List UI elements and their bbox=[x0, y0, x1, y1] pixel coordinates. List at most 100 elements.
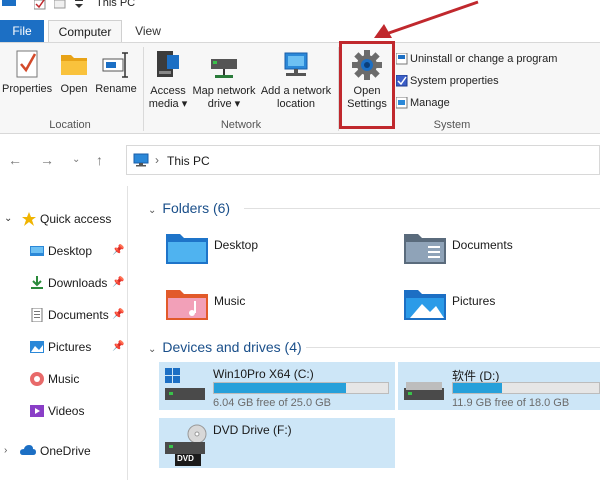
add-location-icon bbox=[284, 52, 308, 76]
manage-icon bbox=[396, 97, 408, 109]
new-folder-qa-icon[interactable] bbox=[54, 0, 66, 10]
drive-name: DVD Drive (F:) bbox=[213, 423, 292, 437]
document-icon bbox=[31, 308, 43, 322]
manage-button[interactable]: Manage bbox=[396, 95, 596, 111]
sidebar-item-label: Pictures bbox=[48, 340, 92, 354]
manage-label: Manage bbox=[410, 97, 450, 109]
properties-button[interactable]: Properties bbox=[2, 49, 52, 96]
map-drive-label-1: Map network bbox=[192, 85, 256, 97]
folders-header[interactable]: ⌄ Folders (6) bbox=[148, 196, 230, 220]
section-divider bbox=[244, 208, 600, 209]
folders-header-label: Folders (6) bbox=[162, 200, 231, 216]
drive-c[interactable]: Win10Pro X64 (C:) 6.04 GB free of 25.0 G… bbox=[159, 362, 395, 410]
scrollbar[interactable] bbox=[130, 186, 142, 480]
uninstall-label: Uninstall or change a program bbox=[410, 53, 558, 65]
collapse-chevron-icon: ⌄ bbox=[148, 344, 157, 355]
uninstall-program-button[interactable]: Uninstall or change a program bbox=[396, 51, 596, 67]
map-network-drive-button[interactable]: Map network drive ▾ bbox=[190, 49, 258, 111]
address-bar[interactable]: › This PC bbox=[126, 145, 600, 175]
drive-free-space: 11.9 GB free of 18.0 GB bbox=[452, 397, 570, 409]
ribbon-tabs: File Computer View bbox=[0, 20, 600, 42]
up-arrow-icon[interactable]: ↑ bbox=[96, 152, 103, 168]
access-media-label-2: media ▾ bbox=[148, 98, 188, 110]
documents-folder-icon bbox=[404, 234, 446, 264]
folder-label: Pictures bbox=[452, 294, 496, 308]
ribbon-divider bbox=[143, 47, 144, 131]
forward-arrow-icon[interactable]: → bbox=[40, 152, 54, 168]
this-pc-icon bbox=[133, 153, 149, 167]
sidebar-item-label: Desktop bbox=[48, 244, 93, 258]
folder-pictures[interactable]: Pictures bbox=[404, 286, 600, 330]
devices-header-label: Devices and drives (4) bbox=[162, 339, 302, 355]
sidebar-item-onedrive[interactable]: › OneDrive bbox=[0, 440, 128, 462]
sidebar-item-downloads[interactable]: Downloads 📌 bbox=[0, 272, 128, 294]
folder-label: Documents bbox=[452, 238, 513, 252]
network-group-label: Network bbox=[220, 119, 262, 131]
pictures-folder-icon bbox=[404, 290, 446, 320]
sidebar-item-music[interactable]: Music bbox=[0, 368, 128, 390]
section-divider bbox=[306, 347, 600, 348]
sidebar-item-label: Downloads bbox=[48, 276, 108, 290]
add-location-label-2: location bbox=[277, 98, 315, 110]
sidebar-item-documents[interactable]: Documents 📌 bbox=[0, 304, 128, 326]
download-icon bbox=[31, 276, 43, 289]
navigation-pane: ⌄ Quick access Desktop 📌 Downloads 📌 Doc… bbox=[0, 186, 128, 480]
drive-name: Win10Pro X64 (C:) bbox=[213, 367, 314, 381]
properties-qa-icon[interactable] bbox=[34, 0, 46, 10]
properties-label: Properties bbox=[2, 83, 53, 95]
system-properties-button[interactable]: System properties bbox=[396, 73, 596, 89]
recent-locations-chevron-icon[interactable]: ⌄ bbox=[72, 154, 80, 165]
sidebar-item-label: Music bbox=[48, 372, 80, 386]
pin-icon: 📌 bbox=[112, 245, 125, 256]
tab-computer[interactable]: Computer bbox=[48, 20, 122, 42]
pin-icon: 📌 bbox=[112, 277, 125, 288]
sidebar-item-pictures[interactable]: Pictures 📌 bbox=[0, 336, 128, 358]
desktop-icon bbox=[30, 246, 44, 256]
desktop-folder-icon bbox=[166, 234, 208, 264]
tab-view[interactable]: View bbox=[128, 20, 168, 42]
folder-open-icon bbox=[61, 55, 87, 75]
collapse-chevron-icon: ⌄ bbox=[148, 205, 157, 216]
tab-file[interactable]: File bbox=[0, 20, 44, 42]
collapse-chevron-icon[interactable]: ⌄ bbox=[4, 208, 12, 230]
back-arrow-icon[interactable]: ← bbox=[8, 152, 22, 168]
drive-f[interactable]: DVD DVD Drive (F:) bbox=[159, 418, 395, 468]
drive-d[interactable]: 软件 (D:) 11.9 GB free of 18.0 GB bbox=[398, 362, 600, 410]
network-drive-icon bbox=[211, 59, 237, 78]
folder-desktop[interactable]: Desktop bbox=[166, 230, 366, 274]
sidebar-item-desktop[interactable]: Desktop 📌 bbox=[0, 240, 128, 262]
explorer-icon bbox=[2, 0, 16, 6]
highlight-box bbox=[339, 41, 395, 129]
access-media-button[interactable]: Access media ▾ bbox=[146, 49, 190, 111]
rename-label: Rename bbox=[95, 83, 137, 95]
drive-usage-fill bbox=[453, 383, 502, 393]
add-network-location-button[interactable]: Add a network location bbox=[258, 49, 334, 111]
open-button[interactable]: Open bbox=[56, 49, 92, 96]
add-location-label-1: Add a network bbox=[260, 85, 332, 97]
uninstall-icon bbox=[396, 53, 408, 65]
pin-icon: 📌 bbox=[112, 309, 125, 320]
folder-label: Desktop bbox=[214, 238, 259, 252]
sidebar-item-quick-access[interactable]: ⌄ Quick access bbox=[0, 208, 128, 230]
sidebar-item-videos[interactable]: Videos bbox=[0, 400, 128, 422]
folder-music[interactable]: Music bbox=[166, 286, 366, 330]
expand-chevron-icon[interactable]: › bbox=[4, 440, 7, 462]
cloud-icon bbox=[20, 445, 36, 455]
sidebar-item-label: Documents bbox=[48, 308, 109, 322]
devices-header[interactable]: ⌄ Devices and drives (4) bbox=[148, 335, 302, 359]
hard-drive-icon bbox=[404, 382, 444, 400]
star-icon bbox=[22, 212, 36, 226]
rename-button[interactable]: Rename bbox=[94, 49, 138, 96]
music-folder-icon bbox=[166, 290, 208, 320]
drive-free-space: 6.04 GB free of 25.0 GB bbox=[213, 397, 332, 409]
rename-icon bbox=[102, 52, 128, 78]
onedrive-label: OneDrive bbox=[40, 444, 91, 458]
window-title: This PC bbox=[96, 0, 136, 9]
breadcrumb-chevron-icon: › bbox=[155, 153, 159, 167]
access-media-label-1: Access bbox=[150, 85, 186, 97]
properties-icon bbox=[16, 50, 38, 78]
system-properties-label: System properties bbox=[410, 75, 499, 87]
sidebar-item-label: Videos bbox=[48, 404, 85, 418]
folder-documents[interactable]: Documents bbox=[404, 230, 600, 274]
customize-qa-icon[interactable] bbox=[74, 0, 84, 10]
